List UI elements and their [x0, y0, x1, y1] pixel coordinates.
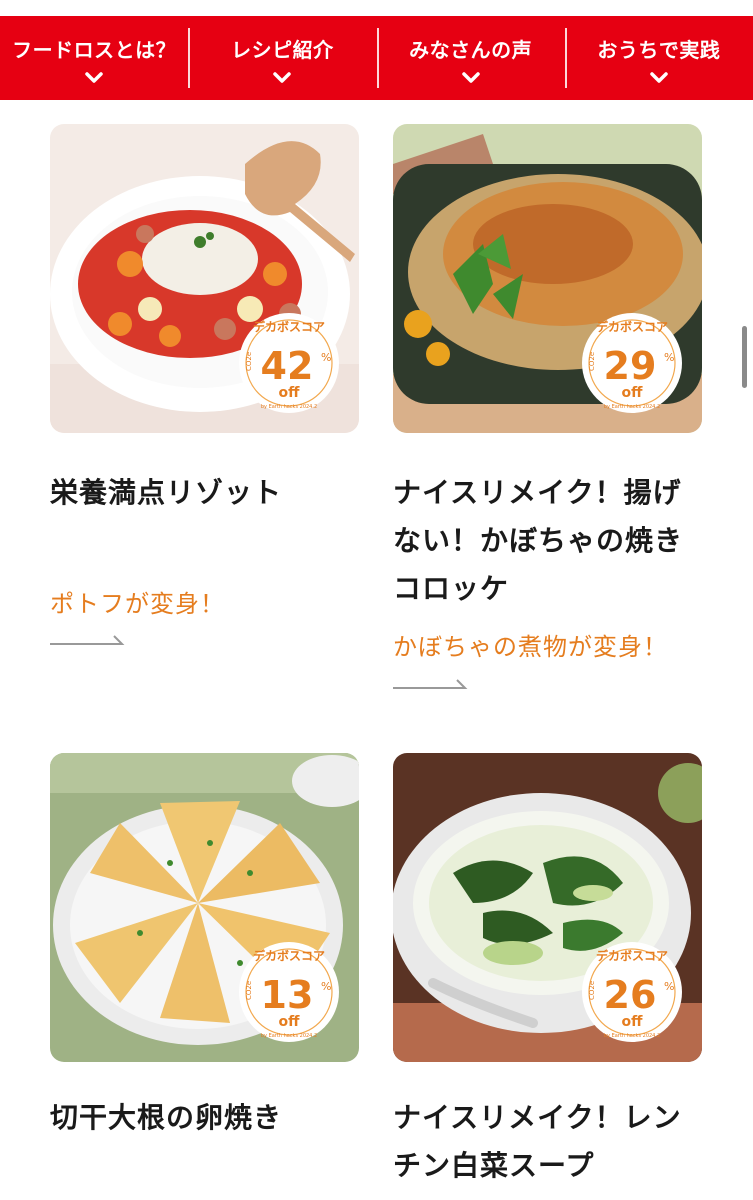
svg-text:デカボスコア: デカボスコア [253, 319, 325, 334]
svg-text:off: off [279, 1014, 301, 1030]
chevron-down-icon [650, 72, 668, 83]
recipe-image-soup[interactable]: デカボスコア CO2e 26 % off by Earth hacks 2024… [393, 753, 702, 1062]
decabo-score-badge: デカボスコア CO2e 29 % off by Earth hacks 2024… [582, 313, 682, 413]
chevron-down-icon [461, 72, 480, 83]
arrow-right-icon[interactable] [393, 676, 469, 690]
recipe-subtitle: かぼちゃの煮物が変身！ [393, 633, 668, 661]
arrow-right-icon[interactable] [50, 632, 126, 646]
scrollbar-thumb[interactable] [742, 326, 747, 388]
svg-text:%: % [664, 980, 674, 993]
nav-label: レシピ紹介 [231, 38, 334, 62]
decabo-score-badge: デカボスコア CO2e 13 % off by Earth hacks 2024… [239, 942, 339, 1042]
recipe-subtitle: ポトフが変身！ [50, 590, 225, 618]
decabo-score-badge: デカボスコア CO2e 42 % off by Earth hacks 2024… [239, 313, 339, 413]
decabo-score-badge: デカボスコア CO2e 26 % off by Earth hacks 2024… [582, 942, 682, 1042]
svg-text:by Earth hacks 2024.2: by Earth hacks 2024.2 [261, 404, 317, 410]
svg-text:CO2e: CO2e [245, 981, 253, 1000]
nav-item-recipes[interactable]: レシピ紹介 [188, 16, 376, 100]
recipe-title[interactable]: 栄養満点リゾット [50, 469, 359, 517]
svg-text:CO2e: CO2e [588, 981, 596, 1000]
nav-label: おうちで実践 [597, 38, 721, 62]
decabo-score-value: 13 [261, 973, 314, 1017]
decabo-score-value: 42 [261, 344, 314, 388]
svg-text:CO2e: CO2e [245, 352, 253, 371]
svg-text:by Earth hacks 2024.2: by Earth hacks 2024.2 [604, 404, 660, 410]
nav-item-practice[interactable]: おうちで実践 [564, 16, 753, 100]
svg-text:%: % [321, 351, 331, 364]
global-nav: フードロスとは？ レシピ紹介 みなさんの声 おうちで実践 [0, 16, 753, 100]
decabo-score-value: 26 [604, 973, 657, 1017]
recipe-image-croquette[interactable]: デカボスコア CO2e 29 % off by Earth hacks 2024… [393, 124, 702, 433]
svg-text:CO2e: CO2e [588, 352, 596, 371]
svg-text:off: off [622, 385, 644, 401]
svg-text:%: % [321, 980, 331, 993]
svg-text:off: off [279, 385, 301, 401]
svg-text:%: % [664, 351, 674, 364]
status-strip [0, 0, 753, 16]
nav-item-food-loss[interactable]: フードロスとは？ [0, 16, 188, 100]
chevron-down-icon [273, 72, 292, 83]
svg-text:デカボスコア: デカボスコア [596, 319, 668, 334]
svg-text:by Earth hacks 2024.2: by Earth hacks 2024.2 [604, 1033, 660, 1039]
svg-text:by Earth hacks 2024.2: by Earth hacks 2024.2 [261, 1033, 317, 1039]
nav-label: フードロスとは？ [12, 38, 177, 62]
recipe-title[interactable]: ナイスリメイク！レンチン白菜スープ [393, 1094, 702, 1190]
recipe-title[interactable]: 切干大根の卵焼き [50, 1094, 359, 1142]
svg-text:デカボスコア: デカボスコア [596, 948, 668, 963]
nav-label: みなさんの声 [409, 38, 533, 62]
nav-item-voices[interactable]: みなさんの声 [376, 16, 565, 100]
recipe-image-omelette[interactable]: デカボスコア CO2e 13 % off by Earth hacks 2024… [50, 753, 359, 1062]
svg-text:off: off [622, 1014, 644, 1030]
recipe-title[interactable]: ナイスリメイク！揚げない！かぼちゃの焼きコロッケ [393, 469, 702, 613]
recipe-image-risotto[interactable]: デカボスコア CO2e 42 % off by Earth hacks 2024… [50, 124, 359, 433]
svg-text:デカボスコア: デカボスコア [253, 948, 325, 963]
chevron-down-icon [85, 72, 103, 83]
decabo-score-value: 29 [604, 344, 657, 388]
